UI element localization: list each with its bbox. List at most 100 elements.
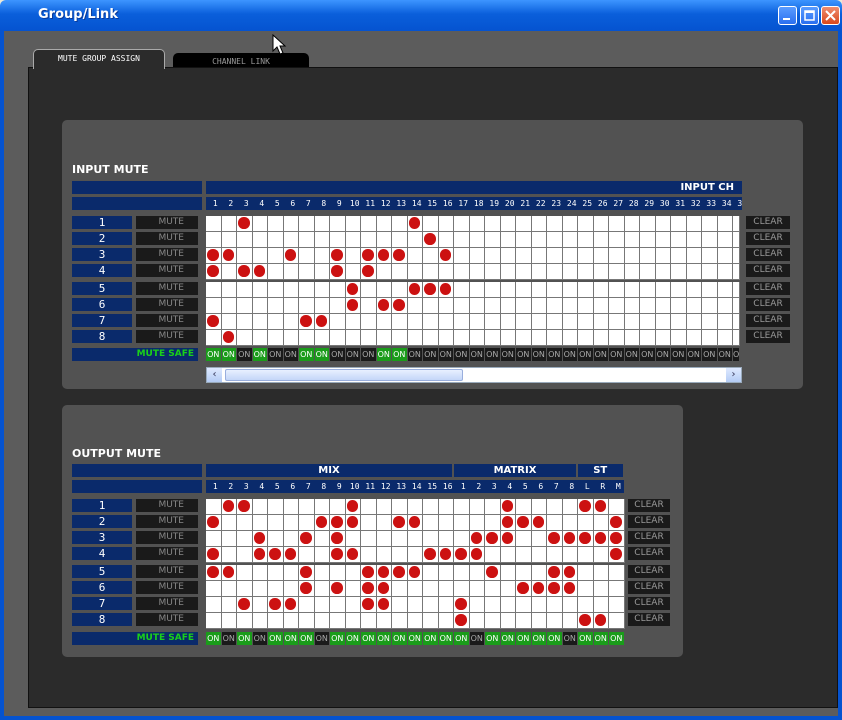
mute-assign-cell[interactable] — [469, 581, 485, 597]
mute-assign-cell[interactable] — [268, 264, 284, 280]
mute-safe-toggle[interactable]: ON — [206, 348, 221, 361]
mute-safe-toggle[interactable]: ON — [485, 632, 500, 645]
mute-assign-cell[interactable] — [454, 581, 470, 597]
mute-assign-cell[interactable] — [671, 282, 687, 298]
mute-button[interactable]: MUTE — [136, 581, 198, 594]
mute-assign-cell[interactable] — [531, 314, 547, 330]
mute-assign-cell[interactable] — [252, 581, 268, 597]
mute-assign-cell[interactable] — [562, 565, 578, 581]
mute-assign-cell[interactable] — [671, 248, 687, 264]
mute-assign-cell[interactable] — [531, 330, 547, 346]
mute-assign-cell[interactable] — [330, 515, 346, 531]
clear-button[interactable]: CLEAR — [746, 298, 790, 311]
mute-assign-cell[interactable] — [314, 282, 330, 298]
mute-assign-cell[interactable] — [299, 314, 315, 330]
mute-assign-cell[interactable] — [531, 282, 547, 298]
mute-assign-cell[interactable] — [206, 314, 222, 330]
mute-assign-cell[interactable] — [237, 581, 253, 597]
mute-safe-toggle[interactable]: ON — [469, 348, 484, 361]
mute-assign-cell[interactable] — [438, 330, 454, 346]
mute-assign-cell[interactable] — [314, 314, 330, 330]
mute-safe-toggle[interactable]: ON — [500, 348, 515, 361]
mute-assign-cell[interactable] — [314, 581, 330, 597]
input-channel-scrollbar[interactable]: ‹ › — [206, 367, 742, 383]
mute-assign-cell[interactable] — [655, 298, 671, 314]
mute-assign-cell[interactable] — [268, 581, 284, 597]
mute-button[interactable]: MUTE — [136, 565, 198, 578]
mute-safe-toggle[interactable]: ON — [469, 632, 484, 645]
mute-assign-cell[interactable] — [361, 264, 377, 280]
mute-assign-cell[interactable] — [392, 547, 408, 563]
mute-assign-cell[interactable] — [438, 282, 454, 298]
mute-assign-cell[interactable] — [578, 298, 594, 314]
mute-assign-cell[interactable] — [516, 248, 532, 264]
mute-assign-cell[interactable] — [330, 499, 346, 515]
mute-assign-cell[interactable] — [345, 232, 361, 248]
mute-assign-cell[interactable] — [485, 565, 501, 581]
mute-assign-cell[interactable] — [717, 298, 733, 314]
mute-assign-cell[interactable] — [407, 531, 423, 547]
mute-assign-cell[interactable] — [655, 232, 671, 248]
mute-assign-cell[interactable] — [299, 597, 315, 613]
mute-assign-cell[interactable] — [299, 613, 315, 629]
mute-assign-cell[interactable] — [640, 282, 656, 298]
mute-assign-cell[interactable] — [717, 264, 733, 280]
mute-assign-cell[interactable] — [454, 531, 470, 547]
mute-assign-cell[interactable] — [516, 330, 532, 346]
mute-assign-cell[interactable] — [485, 298, 501, 314]
mute-assign-cell[interactable] — [485, 216, 501, 232]
mute-assign-cell[interactable] — [423, 613, 439, 629]
mute-assign-cell[interactable] — [609, 248, 625, 264]
mute-assign-cell[interactable] — [221, 613, 237, 629]
mute-assign-cell[interactable] — [500, 282, 516, 298]
mute-safe-toggle[interactable]: ON — [609, 632, 624, 645]
mute-assign-cell[interactable] — [485, 531, 501, 547]
mute-assign-cell[interactable] — [485, 232, 501, 248]
mute-assign-cell[interactable] — [438, 216, 454, 232]
mute-safe-toggle[interactable]: ON — [361, 348, 376, 361]
mute-assign-cell[interactable] — [438, 314, 454, 330]
mute-assign-cell[interactable] — [330, 264, 346, 280]
mute-assign-cell[interactable] — [221, 216, 237, 232]
mute-assign-cell[interactable] — [221, 298, 237, 314]
mute-assign-cell[interactable] — [206, 330, 222, 346]
mute-assign-cell[interactable] — [299, 547, 315, 563]
mute-assign-cell[interactable] — [345, 515, 361, 531]
mute-assign-cell[interactable] — [454, 216, 470, 232]
mute-assign-cell[interactable] — [345, 248, 361, 264]
mute-assign-cell[interactable] — [671, 298, 687, 314]
mute-assign-cell[interactable] — [407, 597, 423, 613]
mute-assign-cell[interactable] — [655, 314, 671, 330]
mute-assign-cell[interactable] — [283, 613, 299, 629]
mute-assign-cell[interactable] — [469, 298, 485, 314]
mute-assign-cell[interactable] — [547, 248, 563, 264]
mute-assign-cell[interactable] — [547, 613, 563, 629]
mute-assign-cell[interactable] — [485, 264, 501, 280]
mute-assign-cell[interactable] — [376, 515, 392, 531]
mute-assign-cell[interactable] — [361, 499, 377, 515]
mute-safe-toggle[interactable]: ON — [640, 348, 655, 361]
mute-assign-cell[interactable] — [531, 232, 547, 248]
mute-assign-cell[interactable] — [593, 330, 609, 346]
mute-assign-cell[interactable] — [516, 613, 532, 629]
mute-button[interactable]: MUTE — [136, 216, 198, 229]
mute-safe-toggle[interactable]: ON — [221, 632, 236, 645]
mute-assign-cell[interactable] — [655, 330, 671, 346]
mute-assign-cell[interactable] — [733, 282, 740, 298]
maximize-button[interactable] — [800, 6, 819, 25]
mute-assign-cell[interactable] — [593, 264, 609, 280]
mute-assign-cell[interactable] — [361, 330, 377, 346]
mute-assign-cell[interactable] — [686, 330, 702, 346]
mute-assign-cell[interactable] — [237, 547, 253, 563]
mute-assign-cell[interactable] — [283, 216, 299, 232]
mute-assign-cell[interactable] — [407, 314, 423, 330]
mute-assign-cell[interactable] — [547, 565, 563, 581]
mute-safe-toggle[interactable]: ON — [655, 348, 670, 361]
mute-safe-toggle[interactable]: ON — [252, 348, 267, 361]
mute-safe-toggle[interactable]: ON — [314, 348, 329, 361]
mute-assign-cell[interactable] — [423, 565, 439, 581]
mute-assign-cell[interactable] — [547, 330, 563, 346]
mute-safe-toggle[interactable]: ON — [516, 348, 531, 361]
mute-safe-toggle[interactable]: ON — [547, 632, 562, 645]
mute-safe-toggle[interactable]: ON — [376, 348, 391, 361]
